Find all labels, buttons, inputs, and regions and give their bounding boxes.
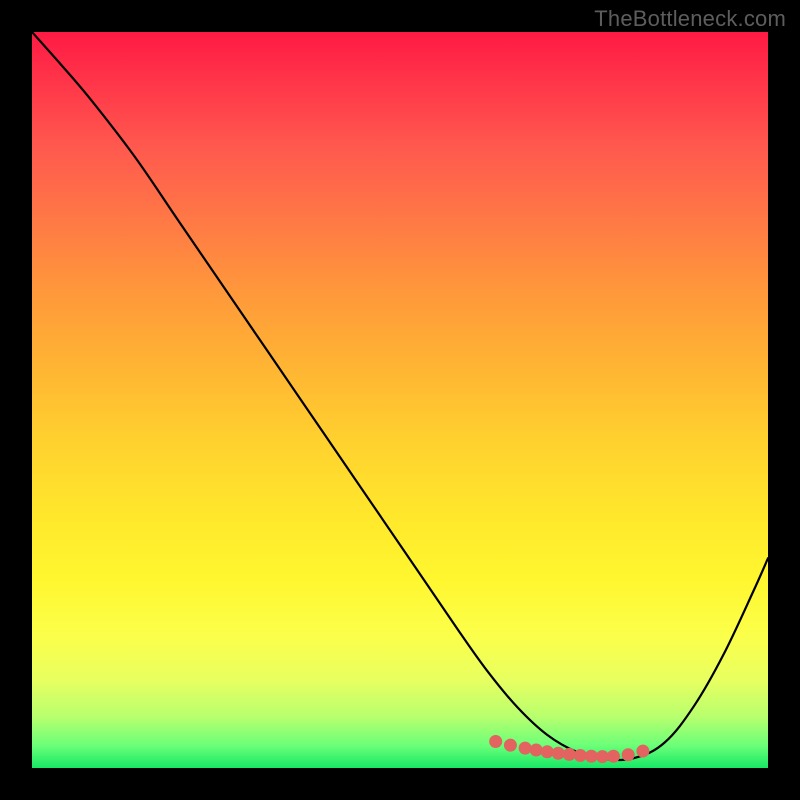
marker-dot [563,748,576,761]
bottleneck-curve [32,32,768,760]
marker-dot [636,745,649,758]
marker-dot [504,739,517,752]
chart-svg [32,32,768,768]
marker-dot [530,743,543,756]
marker-dot [622,748,635,761]
marker-dot [519,742,532,755]
watermark-text: TheBottleneck.com [594,6,786,32]
plot-area [32,32,768,768]
chart-frame: TheBottleneck.com [0,0,800,800]
marker-dot [596,750,609,763]
marker-dot [585,750,598,763]
optimal-range-markers [489,735,649,763]
marker-dot [489,735,502,748]
marker-dot [607,750,620,763]
marker-dot [541,745,554,758]
marker-dot [574,749,587,762]
marker-dot [552,747,565,760]
